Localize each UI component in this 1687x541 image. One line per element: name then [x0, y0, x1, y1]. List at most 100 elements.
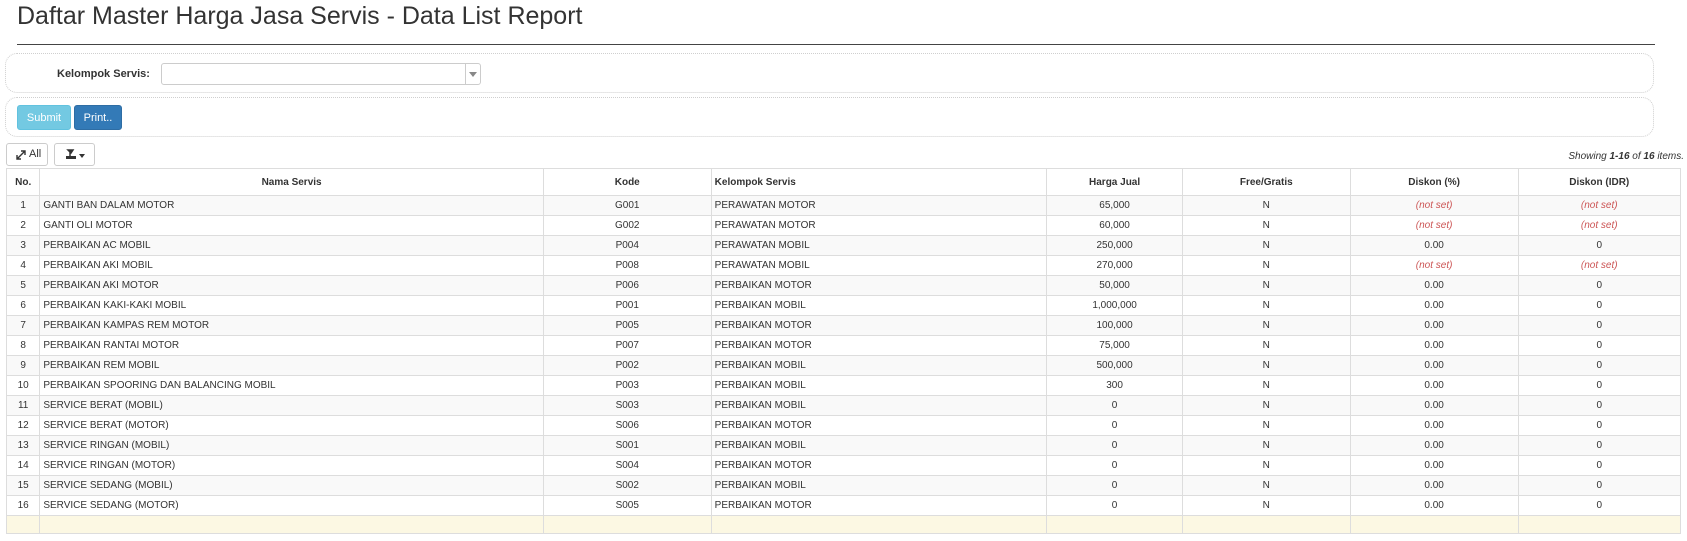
table-cell: 0	[1517, 295, 1682, 316]
table-cell: PERBAIKAN MOBIL	[710, 355, 1048, 376]
table-cell: 270,000	[1046, 255, 1183, 276]
table-cell: S001	[542, 435, 712, 456]
table-cell: PERBAIKAN AKI MOTOR	[39, 275, 544, 296]
table-cell: 0.00	[1349, 415, 1519, 436]
table-cell: 250,000	[1046, 235, 1183, 256]
table-footer-cell	[1349, 515, 1519, 534]
table-cell: N	[1181, 275, 1351, 296]
table-cell: PERBAIKAN AC MOBIL	[39, 235, 544, 256]
column-header[interactable]: Diskon (IDR)	[1517, 168, 1682, 196]
table-cell: 0.00	[1349, 495, 1519, 516]
table-cell: 7	[5, 315, 41, 336]
table-footer-row	[5, 515, 1682, 534]
table-cell: 0	[1517, 455, 1682, 476]
table-cell: PERAWATAN MOTOR	[710, 195, 1048, 216]
show-all-button[interactable]: All	[6, 143, 48, 166]
summary-text: Showing 1-16 of 16 items.	[1568, 151, 1684, 162]
table-cell: N	[1181, 495, 1351, 516]
table-footer-cell	[542, 515, 712, 534]
table-cell: P008	[542, 255, 712, 276]
table-row: 8 PERBAIKAN RANTAI MOTOR P007 PERBAIKAN MOT…	[5, 335, 1682, 356]
column-header[interactable]: Free/Gratis	[1181, 168, 1351, 196]
table-cell: 0.00	[1349, 355, 1519, 376]
table-cell: PERBAIKAN MOTOR	[710, 315, 1048, 336]
table-row: 7 PERBAIKAN KAMPAS REM MOTOR P005 PERBAIKAN…	[5, 315, 1682, 336]
table-cell: PERBAIKAN KAKI-KAKI MOBIL	[39, 295, 544, 316]
table-cell: PERBAIKAN MOBIL	[710, 395, 1048, 416]
summary-total: 16	[1643, 151, 1655, 162]
submit-button[interactable]: Submit	[17, 105, 71, 130]
table-cell: P001	[542, 295, 712, 316]
table-cell: 0.00	[1349, 315, 1519, 336]
table-cell: 8	[5, 335, 41, 356]
export-menu-button[interactable]	[54, 143, 95, 166]
table-cell: SERVICE RINGAN (MOBIL)	[39, 435, 544, 456]
table-cell: 15	[5, 475, 41, 496]
column-header[interactable]: Nama Servis	[39, 168, 544, 196]
table-cell: 0.00	[1349, 435, 1519, 456]
column-header[interactable]: Kode	[542, 168, 712, 196]
table-cell: 0	[1517, 355, 1682, 376]
table-cell: N	[1181, 215, 1351, 236]
table-footer-cell	[1046, 515, 1183, 534]
table-cell: N	[1181, 295, 1351, 316]
print-button[interactable]: Print..	[74, 105, 122, 130]
table-cell: 65,000	[1046, 195, 1183, 216]
select-arrow-box[interactable]	[465, 64, 480, 84]
column-header[interactable]: Harga Jual	[1046, 168, 1183, 196]
table-cell: 1,000,000	[1046, 295, 1183, 316]
kelompok-servis-label: Kelompok Servis:	[57, 68, 150, 80]
table-cell: GANTI OLI MOTOR	[39, 215, 544, 236]
table-cell: 60,000	[1046, 215, 1183, 236]
table-cell: SERVICE BERAT (MOTOR)	[39, 415, 544, 436]
table-cell: PERBAIKAN MOBIL	[710, 375, 1048, 396]
column-header[interactable]: No.	[5, 168, 41, 196]
table-cell: 5	[5, 275, 41, 296]
table-cell: 0.00	[1349, 295, 1519, 316]
table-cell: 0	[1517, 375, 1682, 396]
expand-icon	[16, 150, 26, 160]
table-row: 12 SERVICE BERAT (MOTOR) S006 PERBAIKAN MOT…	[5, 415, 1682, 436]
table-cell: PERAWATAN MOTOR	[710, 215, 1048, 236]
table-cell: 1	[5, 195, 41, 216]
table-cell: 75,000	[1046, 335, 1183, 356]
table-cell: 50,000	[1046, 275, 1183, 296]
table-cell: (not set)	[1517, 255, 1682, 276]
chevron-down-icon	[469, 72, 477, 77]
table-row: 13 SERVICE RINGAN (MOBIL) S001 PERBAIKAN MO…	[5, 435, 1682, 456]
table-cell: (not set)	[1349, 195, 1519, 216]
kelompok-servis-select[interactable]	[161, 63, 481, 85]
table-footer-cell	[1181, 515, 1351, 534]
table-cell: 0	[1517, 395, 1682, 416]
table-cell: 0.00	[1349, 395, 1519, 416]
table-cell: (not set)	[1349, 215, 1519, 236]
table-cell: 0	[1517, 235, 1682, 256]
table-cell: 11	[5, 395, 41, 416]
table-footer-cell	[5, 515, 41, 534]
table-cell: 0	[1517, 435, 1682, 456]
table-cell: 12	[5, 415, 41, 436]
table-cell: N	[1181, 415, 1351, 436]
table-row: 14 SERVICE RINGAN (MOTOR) S004 PERBAIKAN MO…	[5, 455, 1682, 476]
table-cell: 0.00	[1349, 455, 1519, 476]
table-cell: N	[1181, 235, 1351, 256]
table-cell: SERVICE SEDANG (MOBIL)	[39, 475, 544, 496]
table-cell: 0	[1517, 315, 1682, 336]
table-cell: 14	[5, 455, 41, 476]
table-cell: S002	[542, 475, 712, 496]
table-row: 16 SERVICE SEDANG (MOTOR) S005 PERBAIKAN MO…	[5, 495, 1682, 516]
table-cell: 500,000	[1046, 355, 1183, 376]
page-title: Daftar Master Harga Jasa Servis - Data L…	[17, 2, 583, 30]
table-cell: 0	[1517, 415, 1682, 436]
table-cell: PERBAIKAN MOBIL	[710, 435, 1048, 456]
table-cell: 0	[1517, 275, 1682, 296]
table-row: 9 PERBAIKAN REM MOBIL P002 PERBAIKAN MOBIL 5…	[5, 355, 1682, 376]
table-cell: PERBAIKAN MOTOR	[710, 495, 1048, 516]
column-header[interactable]: Diskon (%)	[1349, 168, 1519, 196]
table-cell: 0	[1046, 455, 1183, 476]
table-cell: 0	[1517, 495, 1682, 516]
table-cell: 0.00	[1349, 275, 1519, 296]
table-cell: PERBAIKAN MOBIL	[710, 475, 1048, 496]
column-header[interactable]: Kelompok Servis	[710, 168, 1048, 196]
table-cell: 0	[1046, 415, 1183, 436]
